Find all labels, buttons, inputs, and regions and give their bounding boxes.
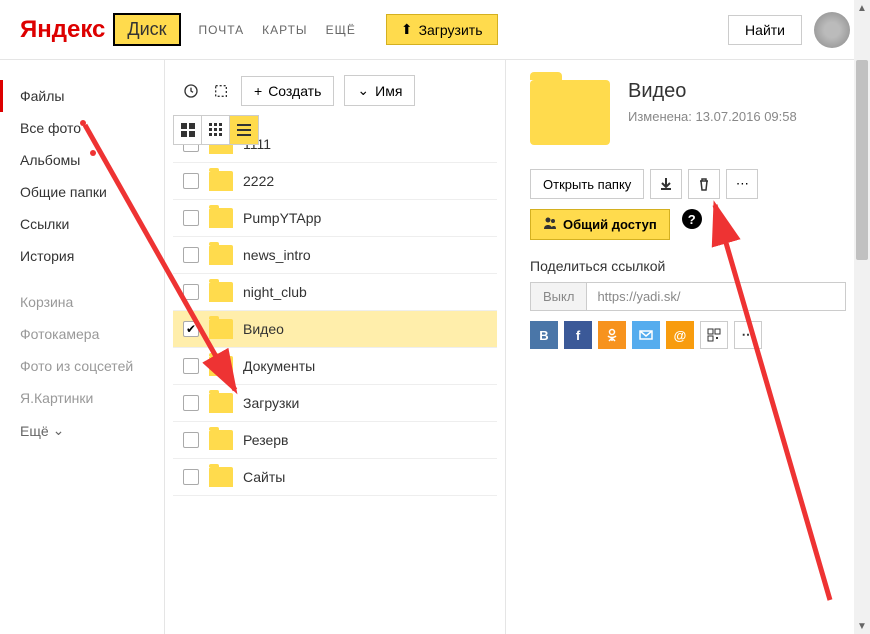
file-checkbox[interactable] (183, 432, 199, 448)
sidebar-item-ya-images[interactable]: Я.Картинки (0, 382, 164, 414)
create-button[interactable]: + Создать (241, 76, 334, 106)
social-vk[interactable]: B (530, 321, 558, 349)
folder-icon (209, 393, 233, 413)
social-mailru[interactable]: @ (666, 321, 694, 349)
sidebar-item-camera[interactable]: Фотокамера (0, 318, 164, 350)
file-checkbox[interactable] (183, 321, 199, 337)
folder-icon (209, 245, 233, 265)
file-name: night_club (243, 284, 307, 300)
sidebar-item-all-photos[interactable]: Все фото (0, 112, 164, 144)
nav-maps[interactable]: КАРТЫ (262, 23, 307, 37)
file-checkbox[interactable] (183, 469, 199, 485)
social-ok[interactable] (598, 321, 626, 349)
file-name: Документы (243, 358, 315, 374)
folder-icon (209, 319, 233, 339)
sort-label: Имя (375, 83, 402, 99)
view-toggle (173, 115, 259, 145)
details-panel: Видео Изменена: 13.07.2016 09:58 Открыть… (505, 60, 870, 634)
folder-icon (209, 356, 233, 376)
brand-logo[interactable]: Яндекс (20, 16, 105, 44)
sidebar-more[interactable]: Ещё ⌄ (0, 414, 164, 447)
product-badge[interactable]: Диск (113, 13, 180, 46)
history-icon[interactable] (181, 81, 201, 101)
people-icon (543, 216, 557, 233)
more-social-button[interactable]: ⋯ (734, 321, 762, 349)
view-large-tiles[interactable] (174, 116, 202, 144)
file-row[interactable]: Резерв (173, 422, 497, 459)
file-name: PumpYTApp (243, 210, 321, 226)
upload-icon: ⬆ (401, 21, 413, 38)
share-label: Общий доступ (563, 217, 657, 232)
page-scrollbar[interactable]: ▲ ▼ (854, 0, 870, 634)
plus-icon: + (254, 83, 262, 99)
file-name: Сайты (243, 469, 285, 485)
file-name: Загрузки (243, 395, 299, 411)
chevron-down-icon: ⌄ (53, 422, 65, 439)
file-list-panel: + Создать ⌄ Имя 11112222Pum (165, 60, 505, 634)
scroll-down-arrow[interactable]: ▼ (854, 618, 870, 634)
nav-mail[interactable]: ПОЧТА (199, 23, 245, 37)
search-button[interactable]: Найти (728, 15, 802, 45)
file-name: news_intro (243, 247, 311, 263)
open-folder-button[interactable]: Открыть папку (530, 169, 644, 199)
social-facebook[interactable]: f (564, 321, 592, 349)
sidebar-item-history[interactable]: История (0, 240, 164, 272)
file-checkbox[interactable] (183, 358, 199, 374)
sidebar-item-social-photos[interactable]: Фото из соцсетей (0, 350, 164, 382)
file-row[interactable]: night_club (173, 274, 497, 311)
sidebar-item-files[interactable]: Файлы (0, 80, 164, 112)
file-checkbox[interactable] (183, 284, 199, 300)
share-link-label: Поделиться ссылкой (530, 258, 846, 274)
more-actions-button[interactable]: ⋯ (726, 169, 758, 199)
scroll-thumb[interactable] (856, 60, 868, 260)
qr-code-button[interactable] (700, 321, 728, 349)
sidebar-more-label: Ещё (20, 423, 49, 439)
link-toggle[interactable]: Выкл (530, 282, 587, 311)
folder-icon (209, 171, 233, 191)
file-row[interactable]: news_intro (173, 237, 497, 274)
file-row[interactable]: Сайты (173, 459, 497, 496)
upload-button[interactable]: ⬆ Загрузить (386, 14, 498, 45)
file-checkbox[interactable] (183, 247, 199, 263)
folder-icon (209, 208, 233, 228)
delete-button[interactable] (688, 169, 720, 199)
chevron-down-icon: ⌄ (357, 82, 369, 99)
folder-icon (209, 282, 233, 302)
view-small-tiles[interactable] (202, 116, 230, 144)
sidebar-item-trash[interactable]: Корзина (0, 286, 164, 318)
sidebar-item-shared[interactable]: Общие папки (0, 176, 164, 208)
detail-modified: Изменена: 13.07.2016 09:58 (628, 109, 797, 124)
file-row[interactable]: Документы (173, 348, 497, 385)
create-label: Создать (268, 83, 321, 99)
social-mail[interactable] (632, 321, 660, 349)
file-row[interactable]: PumpYTApp (173, 200, 497, 237)
file-name: 2222 (243, 173, 274, 189)
upload-label: Загрузить (419, 22, 483, 38)
sort-button[interactable]: ⌄ Имя (344, 75, 415, 106)
file-checkbox[interactable] (183, 173, 199, 189)
detail-title: Видео (628, 80, 797, 103)
select-icon[interactable] (211, 81, 231, 101)
help-icon[interactable]: ? (682, 209, 702, 229)
sidebar-item-links[interactable]: Ссылки (0, 208, 164, 240)
download-button[interactable] (650, 169, 682, 199)
folder-icon (209, 430, 233, 450)
user-avatar[interactable] (814, 12, 850, 48)
sidebar-item-albums[interactable]: Альбомы (0, 144, 164, 176)
folder-preview-icon (530, 80, 610, 145)
nav-more[interactable]: ЕЩЁ (326, 23, 356, 37)
file-row[interactable]: 2222 (173, 163, 497, 200)
share-link-input[interactable] (587, 282, 846, 311)
file-checkbox[interactable] (183, 210, 199, 226)
file-name: Видео (243, 321, 284, 337)
file-row[interactable]: Загрузки (173, 385, 497, 422)
scroll-up-arrow[interactable]: ▲ (854, 0, 870, 16)
folder-icon (209, 467, 233, 487)
share-access-button[interactable]: Общий доступ (530, 209, 670, 240)
file-row[interactable]: Видео (173, 311, 497, 348)
file-name: Резерв (243, 432, 288, 448)
file-checkbox[interactable] (183, 395, 199, 411)
view-list[interactable] (230, 116, 258, 144)
sidebar: Файлы Все фото Альбомы Общие папки Ссылк… (0, 60, 165, 634)
